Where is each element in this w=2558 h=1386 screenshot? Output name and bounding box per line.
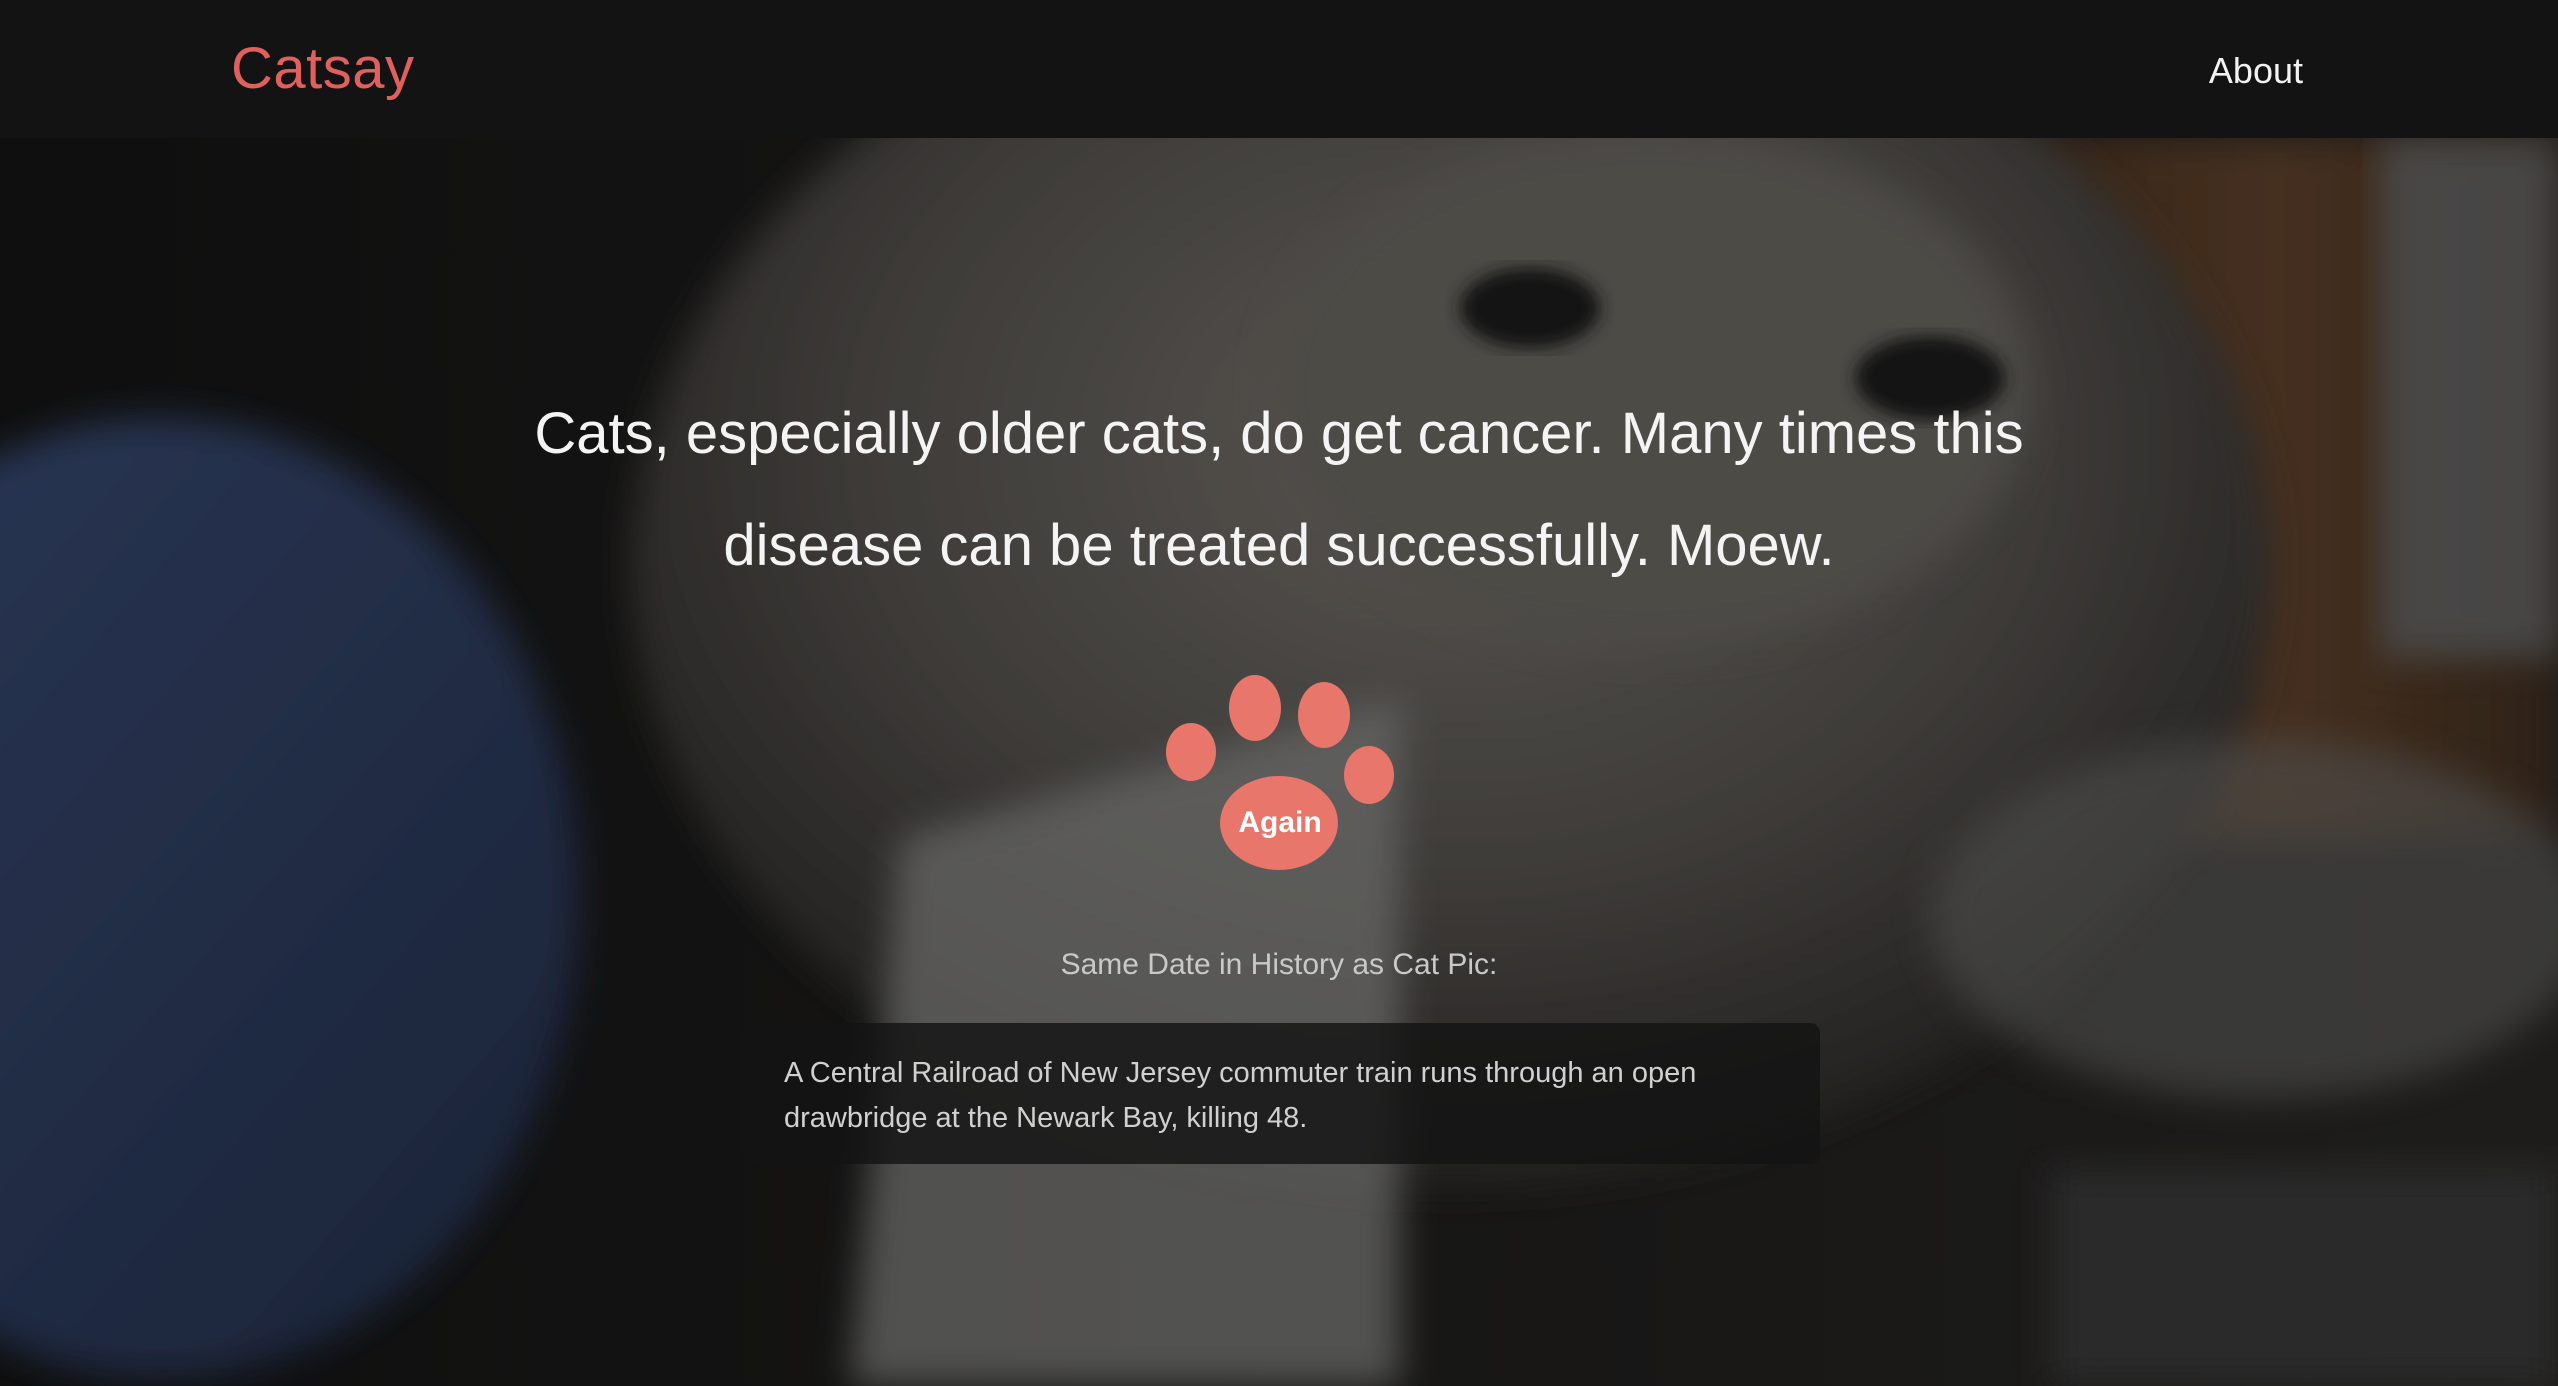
paw-icon <box>1166 675 1394 870</box>
nav-about-link[interactable]: About <box>2209 48 2303 94</box>
history-card: A Central Railroad of New Jersey commute… <box>742 1023 1820 1164</box>
top-navbar: Catsay About <box>0 0 2558 138</box>
again-button[interactable]: Again <box>1160 658 1400 898</box>
cat-fact-text: Cats, especially older cats, do get canc… <box>534 401 2024 578</box>
history-heading: Same Date in History as Cat Pic: <box>1060 948 1498 981</box>
again-button-label: Again <box>1238 806 1322 839</box>
history-event-text: A Central Railroad of New Jersey commute… <box>784 1057 1697 1134</box>
hero-section: Cats, especially older cats, do get canc… <box>0 138 2558 1386</box>
brand-logo-link[interactable]: Catsay <box>231 34 415 104</box>
